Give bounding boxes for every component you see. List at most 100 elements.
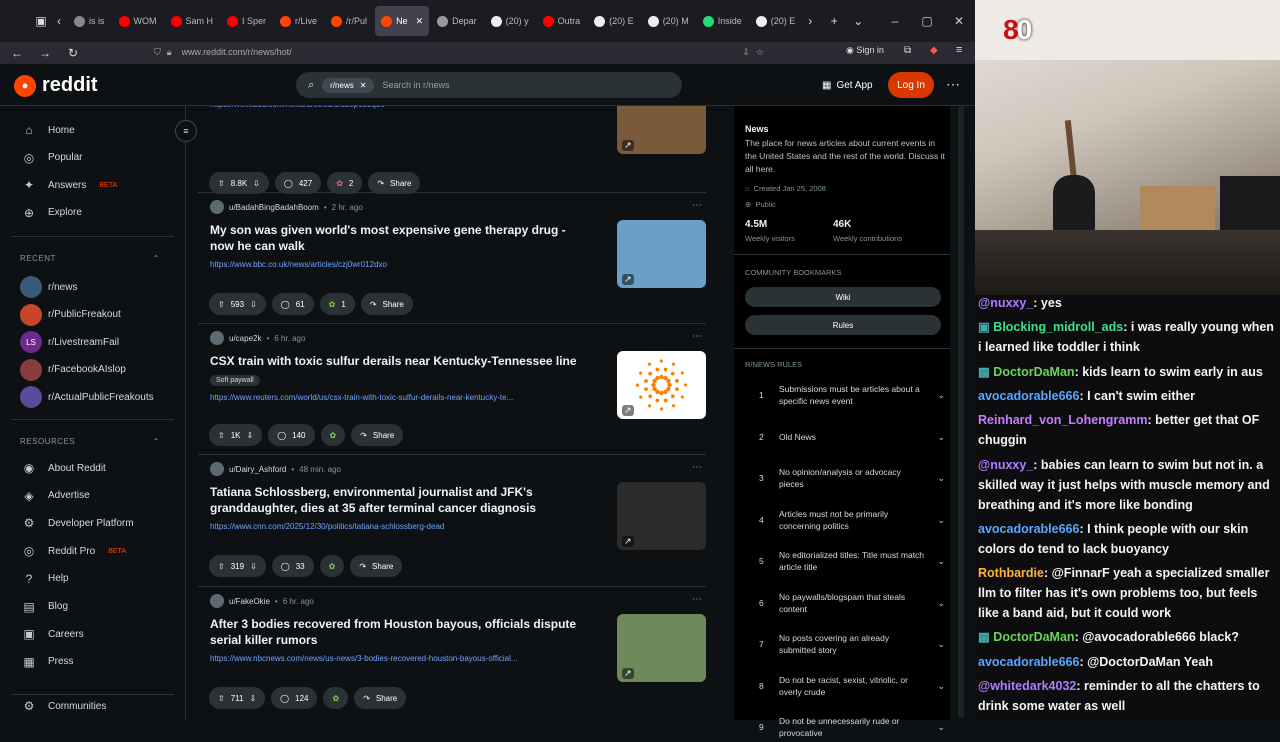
rule-item[interactable]: 2 Old News ⌄	[745, 422, 945, 452]
wiki-button[interactable]: Wiki	[745, 287, 941, 307]
sidebar-item-resource[interactable]: ◈ Advertise	[20, 486, 89, 506]
rules-button[interactable]: Rules	[745, 315, 941, 335]
minimize-icon[interactable]: –	[879, 14, 911, 28]
share-button[interactable]: ↷ Share	[350, 555, 403, 577]
post-link[interactable]: https://www.nbcnews.com/news/us-news/3-b…	[210, 654, 600, 663]
post-link[interactable]: https://www.bbc.co.uk/news/articles/czj0…	[210, 260, 600, 269]
upvote-icon[interactable]: ⇧	[218, 179, 225, 188]
upvote-icon[interactable]: ⇧	[218, 694, 225, 703]
app-menu-icon[interactable]: ≡	[956, 44, 962, 56]
log-in-button[interactable]: Log In	[888, 72, 934, 98]
post-link[interactable]: https://www.reuters.com/world/us/csx-tra…	[210, 393, 600, 402]
chat-username[interactable]: avocadorable666	[978, 655, 1079, 669]
downvote-icon[interactable]: ⇩	[253, 179, 260, 188]
comments-button[interactable]: ◯ 61	[271, 293, 314, 315]
more-options-icon[interactable]: ⋯	[946, 76, 960, 93]
browser-tab[interactable]: Outra	[537, 6, 587, 36]
chat-username[interactable]: @nuxxy_	[978, 458, 1033, 472]
tab-scroll-right-icon[interactable]: ›	[801, 14, 819, 28]
downvote-icon[interactable]: ⇩	[250, 300, 257, 309]
chip-remove-icon[interactable]: ✕	[360, 81, 367, 90]
scrollbar[interactable]	[950, 106, 975, 720]
resources-heading[interactable]: RESOURCES ⌃	[20, 437, 160, 446]
comments-button[interactable]: ◯ 33	[271, 555, 314, 577]
post-thumbnail[interactable]: ↗	[617, 482, 706, 550]
sidebar-item-resource[interactable]: ◉ About Reddit	[20, 458, 106, 478]
post-thumbnail[interactable]: ↗	[617, 351, 706, 419]
search-input[interactable]: Search in r/news	[382, 80, 449, 90]
rule-item[interactable]: 3 No opinion/analysis or advocacy pieces ⌄	[745, 463, 945, 493]
sidebar-item-resource[interactable]: ◎ Reddit Pro BETA	[20, 541, 126, 561]
sidebar-item-resource[interactable]: ? Help	[20, 569, 69, 589]
recent-heading[interactable]: RECENT ⌃	[20, 254, 160, 263]
sidebar-item-resource[interactable]: ▦ Press	[20, 652, 73, 672]
downvote-icon[interactable]: ⇩	[249, 694, 256, 703]
reload-icon[interactable]: ↻	[64, 46, 82, 60]
post-author[interactable]: u/cape2k	[229, 334, 261, 343]
browser-tab[interactable]: Ne ✕	[375, 6, 430, 36]
upvote-icon[interactable]: ⇧	[218, 431, 225, 440]
browser-tab[interactable]: (20) y	[485, 6, 535, 36]
sidebar-item-resource[interactable]: ⚙ Developer Platform	[20, 513, 134, 533]
reddit-logo[interactable]: ● reddit	[14, 74, 98, 97]
share-button[interactable]: ↷ Share	[351, 424, 404, 446]
maximize-icon[interactable]: ▢	[911, 14, 943, 28]
chat-username[interactable]: Reinhard_von_Lohengramm	[978, 413, 1147, 427]
post-options-icon[interactable]: ⋯	[692, 594, 702, 605]
sidebar-item-resource[interactable]: ▣ Careers	[20, 624, 83, 644]
scrollbar-track[interactable]	[958, 106, 964, 718]
post-thumbnail[interactable]: ↗	[617, 220, 706, 288]
rule-item[interactable]: 5 No editorialized titles: Title must mat…	[745, 546, 945, 576]
sidebar-item-recent-community[interactable]: r/FacebookAIslop	[20, 358, 126, 382]
rule-item[interactable]: 8 Do not be racist, sexist, vitriolic, or…	[745, 671, 945, 701]
rule-item[interactable]: 7 No posts covering an already submitted …	[745, 629, 945, 659]
browser-tab[interactable]: (20) E	[588, 6, 640, 36]
share-button[interactable]: ↷ Share	[368, 172, 421, 194]
rule-item[interactable]: 6 No paywalls/blogspam that steals conten…	[745, 588, 945, 618]
extensions-icon[interactable]: ⧉	[904, 45, 911, 56]
sidebar-item-recent-community[interactable]: r/news	[20, 275, 77, 299]
post-link[interactable]: https://www.bbc.com/news/articles/cr5z5p…	[210, 106, 600, 109]
sidebar-item-resource[interactable]: ▤ Blog	[20, 597, 68, 617]
post-author[interactable]: u/BadahBingBadahBoom	[229, 203, 319, 212]
forward-icon[interactable]: →	[36, 46, 54, 60]
install-icon[interactable]: ⇩	[742, 47, 750, 58]
tab-close-icon[interactable]: ✕	[416, 16, 424, 27]
rule-item[interactable]: 1 Submissions must be articles about a sp…	[745, 380, 945, 410]
rule-item[interactable]: 9 Do not be unnecessarily rude or provoca…	[745, 712, 945, 742]
share-button[interactable]: ↷ Share	[354, 687, 407, 709]
browser-tab[interactable]: Inside	[697, 6, 748, 36]
award-button[interactable]: ✿	[323, 687, 349, 709]
comments-button[interactable]: ◯ 427	[274, 172, 322, 194]
chat-username[interactable]: avocadorable666	[978, 522, 1079, 536]
award-button[interactable]: ✿	[320, 424, 346, 446]
browser-tab[interactable]: (20) M	[642, 6, 695, 36]
post-title[interactable]: After 3 bodies recovered from Houston ba…	[210, 616, 590, 648]
post-title[interactable]: CSX train with toxic sulfur derails near…	[210, 353, 590, 369]
chat-username[interactable]: avocadorable666	[978, 389, 1079, 403]
comments-button[interactable]: ◯ 124	[271, 687, 318, 709]
upvote-icon[interactable]: ⇧	[218, 300, 225, 309]
sidebar-item-explore[interactable]: ⊕ Explore	[20, 203, 82, 223]
browser-tab[interactable]: /r/Pul	[325, 6, 373, 36]
post-options-icon[interactable]: ⋯	[692, 200, 702, 211]
post-thumbnail[interactable]: ↗	[617, 106, 706, 154]
post-options-icon[interactable]: ⋯	[692, 331, 702, 342]
browser-tab[interactable]: Depar	[431, 6, 483, 36]
sidebar-item-answers[interactable]: ✦ Answers BETA	[20, 175, 117, 195]
award-button[interactable]: ✿	[319, 555, 345, 577]
chat-username[interactable]: @whitedark4032	[978, 679, 1076, 693]
post-options-icon[interactable]: ⋯	[692, 462, 702, 473]
chat-username[interactable]: DoctorDaMan	[993, 365, 1074, 379]
post-author[interactable]: u/FakeOkie	[229, 597, 270, 606]
chat-username[interactable]: Rothbardie	[978, 566, 1044, 580]
browser-tab[interactable]: r/Live	[274, 6, 323, 36]
downvote-icon[interactable]: ⇩	[250, 562, 257, 571]
browser-tab[interactable]: I Sper	[221, 6, 272, 36]
back-icon[interactable]: ←	[8, 46, 26, 60]
post-card[interactable]: u/Dairy_Ashford • 48 min. ago ⋯ Tatiana Schl…	[209, 462, 706, 588]
downvote-icon[interactable]: ⇩	[247, 431, 254, 440]
tab-scroll-left-icon[interactable]: ‹	[50, 14, 68, 28]
sidebar-item-communities[interactable]: ⚙ Communities	[20, 696, 107, 716]
chat-username[interactable]: DoctorDaMan	[993, 630, 1074, 644]
